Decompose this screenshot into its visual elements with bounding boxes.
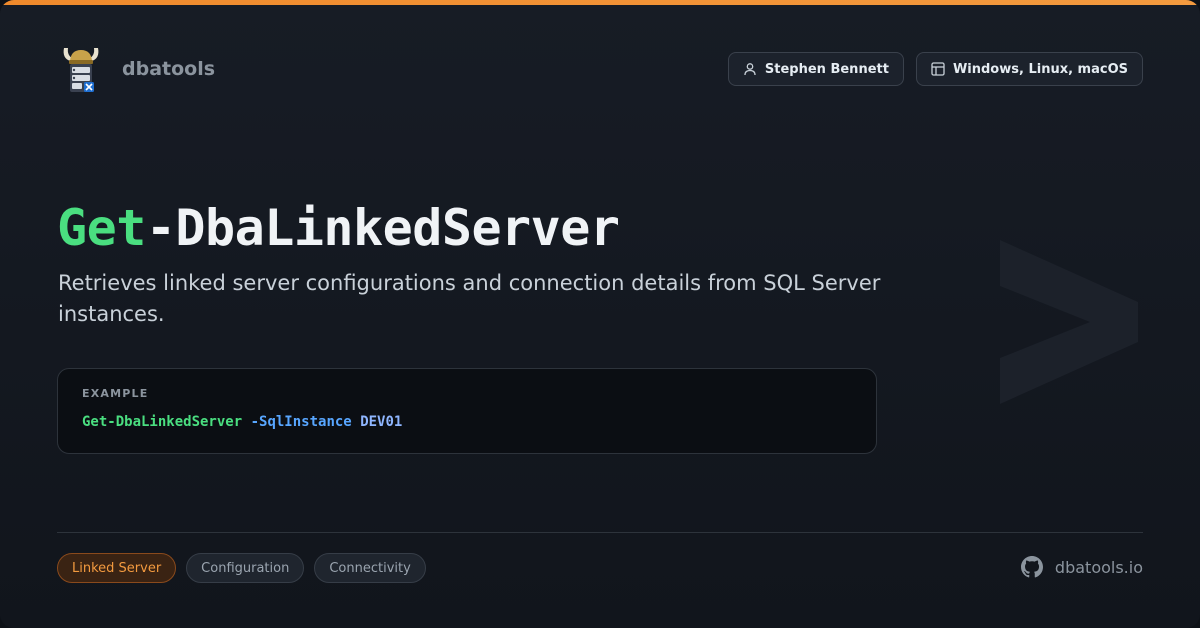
example-command: Get-DbaLinkedServer xyxy=(82,414,243,430)
site-url: dbatools.io xyxy=(1054,557,1143,577)
author-pill[interactable]: Stephen Bennett xyxy=(727,52,904,86)
window-layout-icon xyxy=(931,62,945,76)
example-value: DEV01 xyxy=(360,414,403,430)
user-icon xyxy=(744,63,756,76)
site-link[interactable]: dbatools.io xyxy=(1020,556,1143,578)
github-icon xyxy=(1020,556,1043,578)
brand-name: dbatools xyxy=(122,58,216,80)
accent-stripe xyxy=(0,0,1200,5)
meta-pills: Stephen Bennett Windows, Linux, macOS xyxy=(727,52,1143,86)
command-title: Get-DbaLinkedServer xyxy=(57,196,620,260)
tag-configuration[interactable]: Configuration xyxy=(186,553,305,583)
footer-divider xyxy=(57,532,1143,533)
chevron-right-prompt-icon xyxy=(1000,240,1138,404)
command-description: Retrieves linked server configurations a… xyxy=(58,271,881,326)
platforms-label: Windows, Linux, macOS xyxy=(952,61,1128,77)
example-label: EXAMPLE xyxy=(82,387,149,400)
viking-server-icon xyxy=(63,48,99,92)
author-name: Stephen Bennett xyxy=(764,61,889,77)
social-card: dbatools Stephen Bennett Windows, Linux,… xyxy=(0,0,1200,628)
command-noun: -DbaLinkedServer xyxy=(145,199,620,257)
example-box: EXAMPLE Get-DbaLinkedServer -SqlInstance… xyxy=(57,368,877,454)
tag-connectivity[interactable]: Connectivity xyxy=(314,553,426,583)
tag-linked-server[interactable]: Linked Server xyxy=(57,553,177,583)
example-parameter: -SqlInstance xyxy=(250,414,352,430)
platforms-pill[interactable]: Windows, Linux, macOS xyxy=(915,52,1143,86)
brand[interactable]: dbatools xyxy=(60,44,215,94)
command-verb: Get xyxy=(57,199,146,257)
example-code[interactable]: Get-DbaLinkedServer -SqlInstance DEV01 xyxy=(82,414,852,430)
tag-list: Linked Server Configuration Connectivity xyxy=(57,553,426,583)
